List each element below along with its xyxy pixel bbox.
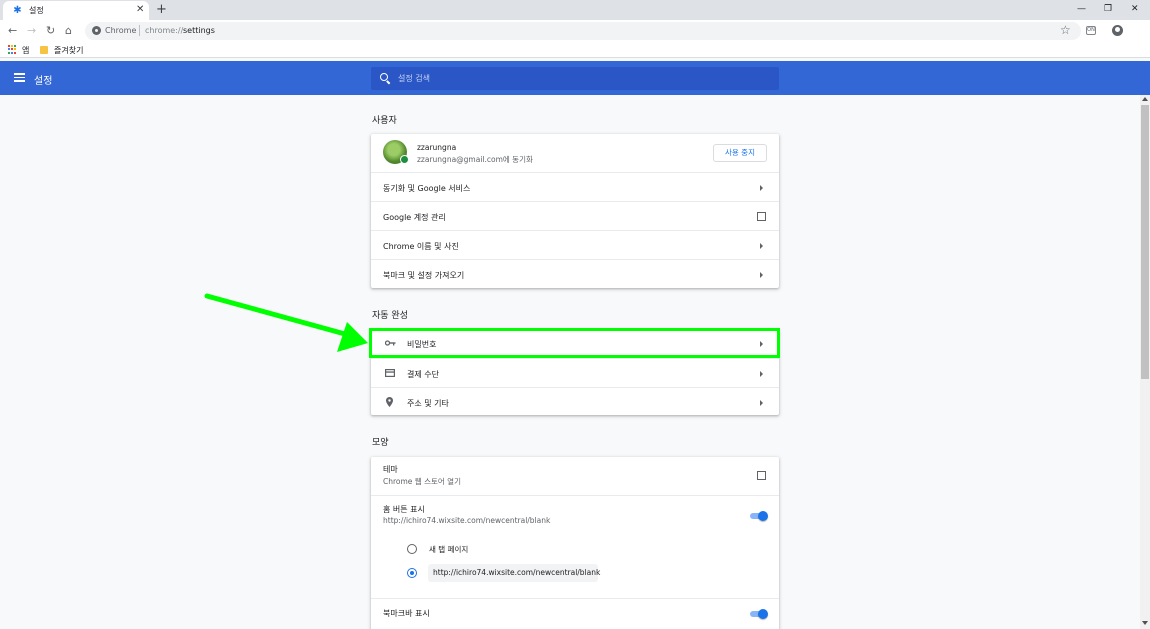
external-link-icon bbox=[757, 470, 767, 480]
omnibox-divider bbox=[139, 25, 140, 36]
bookmark-apps-label[interactable]: 앱 bbox=[22, 45, 29, 56]
appearance-card: 테마 Chrome 웹 스토어 열기 홈 버튼 표시 http://ichiro… bbox=[371, 457, 779, 629]
row-label: 북마크 및 설정 가져오기 bbox=[383, 271, 465, 280]
import-bookmarks-row[interactable]: 북마크 및 설정 가져오기 bbox=[371, 259, 779, 288]
scroll-up-icon[interactable] bbox=[1142, 97, 1148, 101]
addresses-row[interactable]: 주소 및 기타 bbox=[371, 387, 779, 415]
toggle-knob bbox=[758, 511, 768, 521]
tab-title: 설정 bbox=[29, 6, 44, 15]
url-path: settings bbox=[183, 26, 215, 35]
page-scrollbar[interactable] bbox=[1140, 95, 1150, 629]
account-row[interactable]: zzarungna zzarungna@gmail.com에 동기화 사용 중지 bbox=[371, 134, 779, 172]
folder-icon bbox=[40, 46, 48, 54]
row-label: 결제 수단 bbox=[407, 370, 439, 379]
row-label: 동기화 및 Google 서비스 bbox=[383, 184, 471, 193]
bookmark-star-icon[interactable]: ☆ bbox=[1060, 23, 1071, 38]
row-label: 북마크바 표시 bbox=[383, 609, 430, 618]
browser-toolbar: ← → ↻ ⌂ Chrome chrome:// settings ☆ ⋮ bbox=[0, 20, 1150, 57]
home-button-row: 홈 버튼 표시 http://ichiro74.wixsite.com/newc… bbox=[371, 495, 779, 598]
chevron-right-icon bbox=[760, 400, 763, 406]
section-title-autofill: 자동 완성 bbox=[372, 311, 408, 321]
chevron-right-icon bbox=[760, 272, 763, 278]
row-label: 테마 bbox=[383, 465, 398, 474]
payment-methods-row[interactable]: 결제 수단 bbox=[371, 358, 779, 387]
bookmarks-bar-toggle[interactable] bbox=[749, 609, 768, 619]
google-account-row[interactable]: Google 계정 관리 bbox=[371, 201, 779, 230]
section-title-appearance: 모양 bbox=[372, 438, 389, 448]
close-window-button[interactable]: ✕ bbox=[1131, 3, 1139, 15]
row-label: 주소 및 기타 bbox=[407, 399, 449, 408]
tab-strip: ✱ 설정 ✕ + — ❐ ✕ bbox=[0, 0, 1150, 20]
omnibox-chip: Chrome bbox=[105, 26, 137, 35]
chrome-name-photo-row[interactable]: Chrome 이름 및 사진 bbox=[371, 230, 779, 259]
row-label: Chrome 이름 및 사진 bbox=[383, 242, 459, 251]
close-tab-icon[interactable]: ✕ bbox=[136, 4, 144, 16]
toggle-knob bbox=[758, 609, 768, 619]
chevron-right-icon bbox=[760, 243, 763, 249]
row-sublabel: Chrome 웹 스토어 열기 bbox=[383, 477, 461, 486]
home-button-toggle[interactable] bbox=[749, 511, 768, 521]
radio-new-tab[interactable] bbox=[407, 544, 417, 554]
extension-icon[interactable]: ON bbox=[1086, 26, 1096, 35]
location-pin-icon bbox=[386, 397, 393, 407]
page-title: 설정 bbox=[34, 76, 53, 87]
reload-icon[interactable]: ↻ bbox=[46, 24, 55, 38]
menu-icon[interactable] bbox=[14, 73, 25, 82]
apps-grid-icon[interactable] bbox=[8, 45, 17, 54]
minimize-button[interactable]: — bbox=[1077, 3, 1086, 15]
user-name: zzarungna bbox=[417, 143, 457, 152]
restore-button[interactable]: ❐ bbox=[1104, 3, 1112, 15]
bookmarks-bar-row: 북마크바 표시 bbox=[371, 598, 779, 629]
new-tab-button[interactable]: + bbox=[156, 2, 167, 17]
row-sublabel: http://ichiro74.wixsite.com/newcentral/b… bbox=[383, 516, 551, 525]
address-bar[interactable]: Chrome chrome:// settings ☆ bbox=[85, 22, 1081, 40]
row-label: Google 계정 관리 bbox=[383, 213, 446, 222]
bookmarks-bar: 앱 즐겨찾기 bbox=[0, 42, 1150, 58]
gear-icon: ✱ bbox=[13, 5, 22, 16]
sync-services-row[interactable]: 동기화 및 Google 서비스 bbox=[371, 172, 779, 201]
sync-badge-icon bbox=[400, 155, 409, 164]
radio-custom-url[interactable] bbox=[407, 568, 417, 578]
user-email: zzarungna@gmail.com에 동기화 bbox=[417, 155, 533, 164]
settings-header: 설정 bbox=[0, 61, 1150, 95]
chevron-right-icon bbox=[760, 185, 763, 191]
bookmark-favorites-label[interactable]: 즐겨찾기 bbox=[54, 45, 83, 56]
home-icon[interactable]: ⌂ bbox=[65, 24, 72, 38]
site-info-icon[interactable] bbox=[92, 26, 101, 35]
people-card: zzarungna zzarungna@gmail.com에 동기화 사용 중지… bbox=[371, 134, 779, 288]
tab-settings[interactable]: ✱ 설정 ✕ bbox=[3, 1, 149, 20]
row-label: 홈 버튼 표시 bbox=[383, 505, 425, 514]
radio-new-tab-label: 새 탭 페이지 bbox=[429, 545, 469, 554]
section-title-people: 사용자 bbox=[372, 116, 397, 126]
home-url-field[interactable]: http://ichiro74.wixsite.com/newcentral/b… bbox=[428, 564, 600, 582]
chevron-right-icon bbox=[760, 371, 763, 377]
external-link-icon bbox=[757, 211, 767, 221]
scroll-thumb[interactable] bbox=[1141, 105, 1149, 379]
search-icon bbox=[380, 73, 388, 81]
credit-card-icon bbox=[385, 369, 395, 377]
search-input[interactable] bbox=[398, 71, 768, 85]
url-scheme: chrome:// bbox=[145, 26, 184, 35]
theme-row[interactable]: 테마 Chrome 웹 스토어 열기 bbox=[371, 457, 779, 495]
settings-search[interactable] bbox=[371, 67, 779, 90]
scroll-down-icon[interactable] bbox=[1142, 621, 1148, 625]
stop-sync-button[interactable]: 사용 중지 bbox=[713, 144, 767, 162]
profile-avatar-icon[interactable] bbox=[1112, 25, 1123, 36]
forward-arrow-icon[interactable]: → bbox=[27, 24, 36, 38]
annotation-highlight-box bbox=[369, 328, 780, 358]
back-arrow-icon[interactable]: ← bbox=[8, 24, 17, 38]
